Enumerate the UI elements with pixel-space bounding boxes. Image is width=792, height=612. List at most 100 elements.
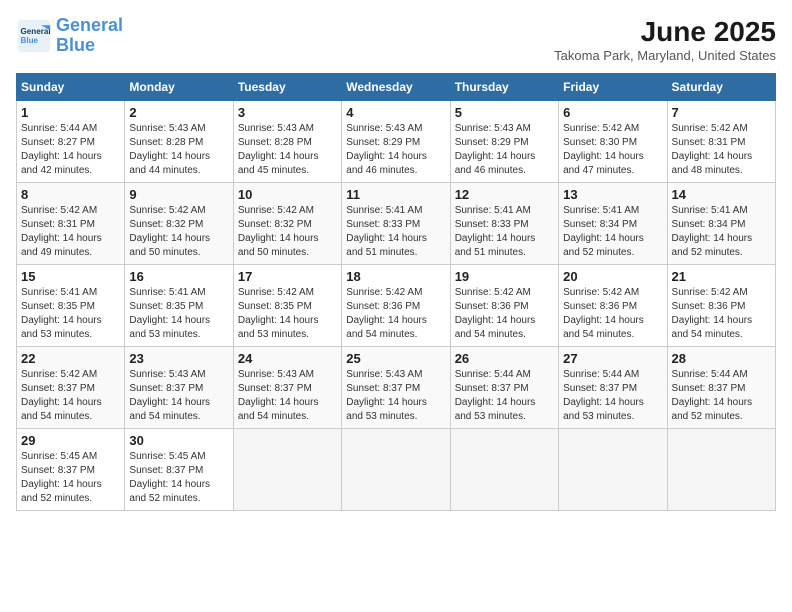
logo-text: GeneralBlue <box>56 16 123 56</box>
logo: General Blue GeneralBlue <box>16 16 123 56</box>
calendar-table: Sunday Monday Tuesday Wednesday Thursday… <box>16 73 776 511</box>
day-cell: 16Sunrise: 5:41 AMSunset: 8:35 PMDayligh… <box>125 265 233 347</box>
days-of-week-row: Sunday Monday Tuesday Wednesday Thursday… <box>17 74 776 101</box>
day-info: Sunrise: 5:43 AMSunset: 8:28 PMDaylight:… <box>238 122 337 178</box>
day-info: Sunrise: 5:41 AMSunset: 8:35 PMDaylight:… <box>129 286 228 342</box>
empty-cell <box>342 429 450 511</box>
day-cell: 25 Sunrise: 5:43 AMSunset: 8:37 PMDayligh… <box>342 347 450 429</box>
day-number: 25 <box>346 351 445 366</box>
day-cell: 20Sunrise: 5:42 AMSunset: 8:36 PMDayligh… <box>559 265 667 347</box>
day-cell: 22 Sunrise: 5:42 AMSunset: 8:37 PMDayligh… <box>17 347 125 429</box>
day-info: Sunrise: 5:45 AMSunset: 8:37 PMDaylight:… <box>21 450 120 506</box>
day-cell: 2Sunrise: 5:43 AMSunset: 8:28 PMDaylight… <box>125 101 233 183</box>
col-saturday: Saturday <box>667 74 775 101</box>
day-cell: 26Sunrise: 5:44 AMSunset: 8:37 PMDayligh… <box>450 347 558 429</box>
day-number: 28 <box>672 351 771 366</box>
empty-cell <box>559 429 667 511</box>
day-number: 20 <box>563 269 662 284</box>
day-cell: 28 Sunrise: 5:44 AMSunset: 8:37 PMDayligh… <box>667 347 775 429</box>
week-row-1: 1Sunrise: 5:44 AMSunset: 8:27 PMDaylight… <box>17 101 776 183</box>
day-number: 5 <box>455 105 554 120</box>
day-cell: 12 Sunrise: 5:41 AMSunset: 8:33 PMDayligh… <box>450 183 558 265</box>
day-cell: 29 Sunrise: 5:45 AMSunset: 8:37 PMDayligh… <box>17 429 125 511</box>
day-number: 6 <box>563 105 662 120</box>
day-number: 7 <box>672 105 771 120</box>
day-cell: 17 Sunrise: 5:42 AMSunset: 8:35 PMDayligh… <box>233 265 341 347</box>
day-number: 10 <box>238 187 337 202</box>
day-number: 21 <box>672 269 771 284</box>
day-number: 29 <box>21 433 120 448</box>
day-cell: 9 Sunrise: 5:42 AMSunset: 8:32 PMDaylight… <box>125 183 233 265</box>
calendar-subtitle: Takoma Park, Maryland, United States <box>554 48 776 63</box>
day-info: Sunrise: 5:41 AMSunset: 8:33 PMDaylight:… <box>455 204 554 260</box>
day-cell: 24 Sunrise: 5:43 AMSunset: 8:37 PMDayligh… <box>233 347 341 429</box>
day-info: Sunrise: 5:45 AMSunset: 8:37 PMDaylight:… <box>129 450 228 506</box>
day-number: 17 <box>238 269 337 284</box>
day-info: Sunrise: 5:44 AMSunset: 8:37 PMDaylight:… <box>672 368 771 424</box>
day-number: 11 <box>346 187 445 202</box>
day-cell: 4Sunrise: 5:43 AMSunset: 8:29 PMDaylight… <box>342 101 450 183</box>
day-cell: 13 Sunrise: 5:41 AMSunset: 8:34 PMDayligh… <box>559 183 667 265</box>
day-cell: 8Sunrise: 5:42 AMSunset: 8:31 PMDaylight… <box>17 183 125 265</box>
day-cell: 23 Sunrise: 5:43 AMSunset: 8:37 PMDayligh… <box>125 347 233 429</box>
empty-cell <box>233 429 341 511</box>
day-info: Sunrise: 5:43 AMSunset: 8:37 PMDaylight:… <box>238 368 337 424</box>
day-info: Sunrise: 5:42 AMSunset: 8:35 PMDaylight:… <box>238 286 337 342</box>
day-cell: 30Sunrise: 5:45 AMSunset: 8:37 PMDayligh… <box>125 429 233 511</box>
day-cell: 7Sunrise: 5:42 AMSunset: 8:31 PMDaylight… <box>667 101 775 183</box>
col-monday: Monday <box>125 74 233 101</box>
day-cell: 14Sunrise: 5:41 AMSunset: 8:34 PMDayligh… <box>667 183 775 265</box>
page-header: General Blue GeneralBlue June 2025 Takom… <box>16 16 776 63</box>
day-cell: 15Sunrise: 5:41 AMSunset: 8:35 PMDayligh… <box>17 265 125 347</box>
week-row-5: 29 Sunrise: 5:45 AMSunset: 8:37 PMDayligh… <box>17 429 776 511</box>
day-cell: 19 Sunrise: 5:42 AMSunset: 8:36 PMDayligh… <box>450 265 558 347</box>
day-cell: 18Sunrise: 5:42 AMSunset: 8:36 PMDayligh… <box>342 265 450 347</box>
day-number: 4 <box>346 105 445 120</box>
day-number: 9 <box>129 187 228 202</box>
day-info: Sunrise: 5:42 AMSunset: 8:36 PMDaylight:… <box>346 286 445 342</box>
day-info: Sunrise: 5:43 AMSunset: 8:29 PMDaylight:… <box>455 122 554 178</box>
day-cell: 27 Sunrise: 5:44 AMSunset: 8:37 PMDayligh… <box>559 347 667 429</box>
day-info: Sunrise: 5:43 AMSunset: 8:37 PMDaylight:… <box>346 368 445 424</box>
day-info: Sunrise: 5:43 AMSunset: 8:28 PMDaylight:… <box>129 122 228 178</box>
day-cell: 3Sunrise: 5:43 AMSunset: 8:28 PMDaylight… <box>233 101 341 183</box>
calendar-body: 1Sunrise: 5:44 AMSunset: 8:27 PMDaylight… <box>17 101 776 511</box>
day-info: Sunrise: 5:42 AMSunset: 8:37 PMDaylight:… <box>21 368 120 424</box>
logo-icon: General Blue <box>16 18 52 54</box>
col-wednesday: Wednesday <box>342 74 450 101</box>
day-info: Sunrise: 5:43 AMSunset: 8:37 PMDaylight:… <box>129 368 228 424</box>
day-info: Sunrise: 5:42 AMSunset: 8:36 PMDaylight:… <box>672 286 771 342</box>
day-number: 23 <box>129 351 228 366</box>
svg-text:General: General <box>21 27 51 36</box>
day-number: 24 <box>238 351 337 366</box>
day-info: Sunrise: 5:42 AMSunset: 8:32 PMDaylight:… <box>238 204 337 260</box>
day-info: Sunrise: 5:42 AMSunset: 8:36 PMDaylight:… <box>455 286 554 342</box>
week-row-2: 8Sunrise: 5:42 AMSunset: 8:31 PMDaylight… <box>17 183 776 265</box>
day-cell: 11Sunrise: 5:41 AMSunset: 8:33 PMDayligh… <box>342 183 450 265</box>
day-info: Sunrise: 5:41 AMSunset: 8:35 PMDaylight:… <box>21 286 120 342</box>
day-cell: 10 Sunrise: 5:42 AMSunset: 8:32 PMDayligh… <box>233 183 341 265</box>
svg-text:Blue: Blue <box>21 36 39 45</box>
day-number: 27 <box>563 351 662 366</box>
day-info: Sunrise: 5:41 AMSunset: 8:34 PMDaylight:… <box>563 204 662 260</box>
day-info: Sunrise: 5:44 AMSunset: 8:37 PMDaylight:… <box>455 368 554 424</box>
day-info: Sunrise: 5:42 AMSunset: 8:32 PMDaylight:… <box>129 204 228 260</box>
day-info: Sunrise: 5:42 AMSunset: 8:30 PMDaylight:… <box>563 122 662 178</box>
day-number: 8 <box>21 187 120 202</box>
calendar-title: June 2025 <box>554 16 776 48</box>
day-number: 14 <box>672 187 771 202</box>
day-number: 1 <box>21 105 120 120</box>
day-info: Sunrise: 5:44 AMSunset: 8:37 PMDaylight:… <box>563 368 662 424</box>
empty-cell <box>667 429 775 511</box>
day-number: 12 <box>455 187 554 202</box>
col-friday: Friday <box>559 74 667 101</box>
week-row-4: 22 Sunrise: 5:42 AMSunset: 8:37 PMDayligh… <box>17 347 776 429</box>
day-number: 22 <box>21 351 120 366</box>
week-row-3: 15Sunrise: 5:41 AMSunset: 8:35 PMDayligh… <box>17 265 776 347</box>
empty-cell <box>450 429 558 511</box>
day-number: 19 <box>455 269 554 284</box>
day-cell: 5 Sunrise: 5:43 AMSunset: 8:29 PMDaylight… <box>450 101 558 183</box>
col-sunday: Sunday <box>17 74 125 101</box>
day-number: 13 <box>563 187 662 202</box>
col-thursday: Thursday <box>450 74 558 101</box>
